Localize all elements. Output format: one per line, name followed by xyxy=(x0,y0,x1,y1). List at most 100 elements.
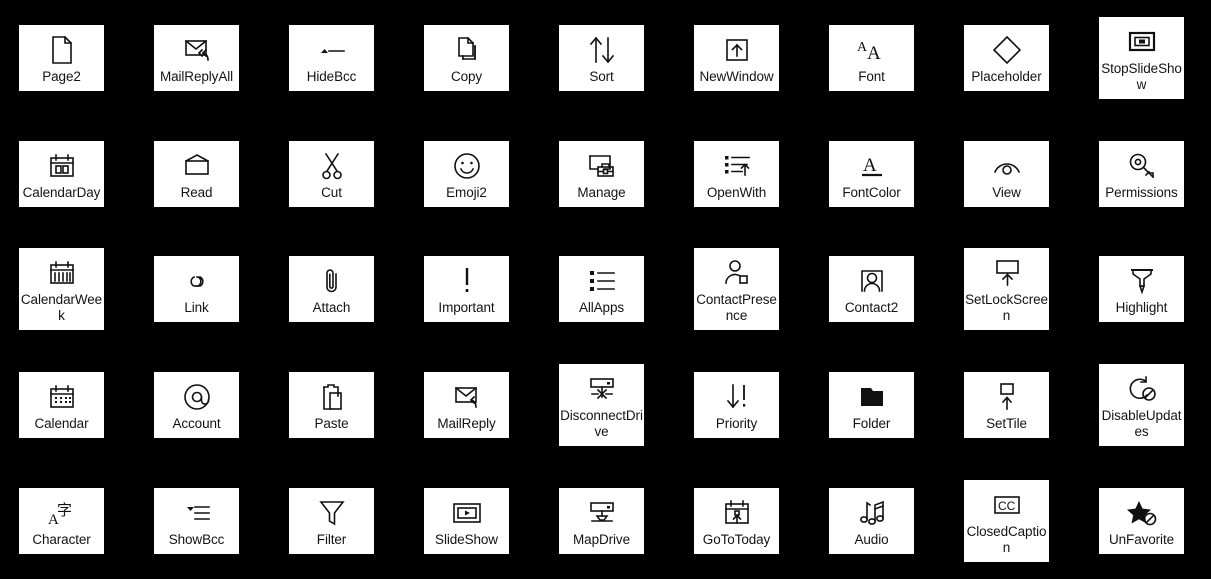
icon-tile-priority[interactable]: Priority xyxy=(694,372,779,439)
icon-tile-copy[interactable]: Copy xyxy=(424,24,509,91)
icon-tile-character[interactable]: A 字 Character xyxy=(19,488,104,555)
icon-tile-account[interactable]: Account xyxy=(154,372,239,439)
icon-tile-paste[interactable]: Paste xyxy=(289,372,374,439)
icon-tile-page2[interactable]: Page2 xyxy=(19,24,104,91)
important-icon xyxy=(425,264,508,298)
icon-column-7: Placeholder View SetLockScreen SetTile CC Clo… xyxy=(964,0,1049,579)
icon-tile-stopslideshow[interactable]: StopSlideShow xyxy=(1099,16,1184,99)
icon-tile-calendarweek[interactable]: CalendarWeek xyxy=(19,248,104,331)
icon-tile-calendarday[interactable]: CalendarDay xyxy=(19,140,104,207)
icon-tile-label: Page2 xyxy=(42,68,81,84)
icon-tile-label: View xyxy=(992,184,1021,200)
icon-tile-placeholder[interactable]: Placeholder xyxy=(964,24,1049,91)
open-with-icon xyxy=(695,149,778,183)
set-lock-screen-icon xyxy=(965,256,1048,290)
priority-icon xyxy=(695,380,778,414)
icon-tile-label: Priority xyxy=(715,416,758,432)
icon-tile-manage[interactable]: Manage xyxy=(559,140,644,207)
mail-reply-all-icon xyxy=(155,33,238,67)
icon-tile-contactpresence[interactable]: ContactPresence xyxy=(694,248,779,331)
icon-tile-unfavorite[interactable]: UnFavorite xyxy=(1099,488,1184,555)
icon-tile-sort[interactable]: Sort xyxy=(559,24,644,91)
icon-tile-label: FontColor xyxy=(842,184,901,200)
icon-tile-mailreply[interactable]: MailReply xyxy=(424,372,509,439)
icon-slot: Paste xyxy=(289,347,374,463)
icon-tile-calendar[interactable]: Calendar xyxy=(19,372,104,439)
icon-tile-font[interactable]: A A Font xyxy=(829,24,914,91)
icon-tile-label: CalendarDay xyxy=(22,184,101,200)
calendar-icon xyxy=(20,380,103,414)
manage-icon xyxy=(560,149,643,183)
icon-tile-disableupdates[interactable]: DisableUpdates xyxy=(1099,364,1184,447)
icon-column-2: HideBcc Cut Attach Paste Filter xyxy=(289,0,374,579)
icon-tile-mapdrive[interactable]: MapDrive xyxy=(559,488,644,555)
icon-column-0: Page2 CalendarDay CalendarWeek Calendar A 字 Ch… xyxy=(19,0,104,579)
icon-tile-hidebcc[interactable]: HideBcc xyxy=(289,24,374,91)
icon-tile-read[interactable]: Read xyxy=(154,140,239,207)
icon-tile-label: CalendarWeek xyxy=(20,292,103,324)
icon-tile-showbcc[interactable]: ShowBcc xyxy=(154,488,239,555)
icon-tile-slideshow[interactable]: SlideShow xyxy=(424,488,509,555)
svg-text:A: A xyxy=(863,155,877,176)
icon-tile-label: SetTile xyxy=(986,416,1027,432)
icon-tile-folder[interactable]: Folder xyxy=(829,372,914,439)
icon-slot: Important xyxy=(424,232,509,348)
icon-slot: Link xyxy=(154,232,239,348)
closed-caption-icon: CC xyxy=(965,488,1048,522)
icon-tile-highlight[interactable]: Highlight xyxy=(1099,256,1184,323)
icon-tile-label: Emoji2 xyxy=(446,184,487,200)
icon-slot: A FontColor xyxy=(829,116,914,232)
icon-tile-label: Sort xyxy=(589,68,614,84)
icon-tile-label: ClosedCaption xyxy=(966,524,1047,556)
icon-tile-label: Highlight xyxy=(1115,300,1168,316)
icon-tile-label: Paste xyxy=(314,416,349,432)
icon-slot: Folder xyxy=(829,347,914,463)
icon-slot: MailReply xyxy=(424,347,509,463)
icon-tile-gototoday[interactable]: GoToToday xyxy=(694,488,779,555)
icon-slot: View xyxy=(964,116,1049,232)
icon-slot: CC ClosedCaption xyxy=(964,463,1049,579)
svg-text:CC: CC xyxy=(998,499,1016,513)
icon-slot: Audio xyxy=(829,463,914,579)
icon-tile-cut[interactable]: Cut xyxy=(289,140,374,207)
calendar-day-icon xyxy=(20,149,103,183)
read-icon xyxy=(155,149,238,183)
slide-show-icon xyxy=(425,496,508,530)
emoji2-icon xyxy=(425,149,508,183)
icon-tile-mailreplyall[interactable]: MailReplyAll xyxy=(154,24,239,91)
icon-slot: MapDrive xyxy=(559,463,644,579)
icon-slot: SlideShow xyxy=(424,463,509,579)
icon-tile-allapps[interactable]: AllApps xyxy=(559,256,644,323)
icon-tile-contact2[interactable]: Contact2 xyxy=(829,256,914,323)
show-bcc-icon xyxy=(155,496,238,530)
icon-tile-link[interactable]: Link xyxy=(154,256,239,323)
audio-icon xyxy=(830,496,913,530)
folder-icon xyxy=(830,380,913,414)
icon-tile-disconnectdrive[interactable]: DisconnectDrive xyxy=(559,364,644,447)
icon-tile-setlockscreen[interactable]: SetLockScreen xyxy=(964,248,1049,331)
icon-tile-label: Important xyxy=(438,300,495,316)
icon-tile-view[interactable]: View xyxy=(964,140,1049,207)
icon-tile-label: Attach xyxy=(312,300,351,316)
icon-tile-audio[interactable]: Audio xyxy=(829,488,914,555)
icon-tile-label: Manage xyxy=(577,184,626,200)
go-to-today-icon xyxy=(695,496,778,530)
icon-slot: A A Font xyxy=(829,0,914,116)
calendar-week-icon xyxy=(20,256,103,290)
icon-tile-label: SlideShow xyxy=(435,532,498,548)
icon-tile-settile[interactable]: SetTile xyxy=(964,372,1049,439)
icon-tile-emoji2[interactable]: Emoji2 xyxy=(424,140,509,207)
icon-column-3: Copy Emoji2 Important MailReply SlideShow xyxy=(424,0,509,579)
icon-tile-label: GoToToday xyxy=(702,532,771,548)
icon-tile-filter[interactable]: Filter xyxy=(289,488,374,555)
icon-slot: Account xyxy=(154,347,239,463)
icon-tile-permissions[interactable]: Permissions xyxy=(1099,140,1184,207)
icon-tile-closedcaption[interactable]: CC ClosedCaption xyxy=(964,480,1049,563)
icon-slot: UnFavorite xyxy=(1099,463,1184,579)
icon-tile-attach[interactable]: Attach xyxy=(289,256,374,323)
icon-tile-fontcolor[interactable]: A FontColor xyxy=(829,140,914,207)
icon-tile-newwindow[interactable]: NewWindow xyxy=(694,24,779,91)
icon-tile-important[interactable]: Important xyxy=(424,256,509,323)
icon-tile-openwith[interactable]: OpenWith xyxy=(694,140,779,207)
stop-slide-show-icon xyxy=(1100,25,1183,59)
